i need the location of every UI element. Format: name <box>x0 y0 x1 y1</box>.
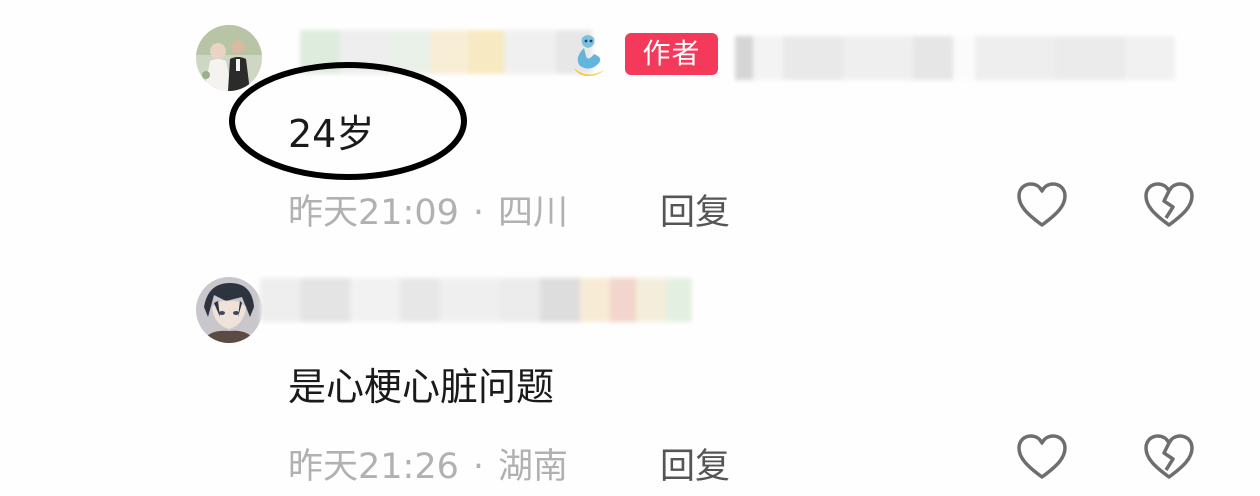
comment-meta: 昨天21:26 · 湖南 <box>288 438 568 489</box>
reply-button[interactable]: 回复 <box>660 438 730 489</box>
meta-separator: · <box>472 193 485 233</box>
comment-text: 是心梗心脏问题 <box>288 365 555 409</box>
heart-outline-icon[interactable] <box>1015 180 1069 230</box>
hand-drawn-circle-annotation <box>229 62 467 180</box>
broken-heart-icon[interactable] <box>1142 432 1196 482</box>
comment-meta: 昨天21:09 · 四川 <box>288 184 568 235</box>
comment-location: 湖南 <box>498 447 569 487</box>
comment-item: 是心梗心脏问题 昨天21:26 · 湖南 回复 <box>0 250 1260 496</box>
broken-heart-icon[interactable] <box>1142 180 1196 230</box>
avatar[interactable] <box>196 277 262 343</box>
comment-location: 四川 <box>498 193 569 233</box>
comment-item: 作者 24岁 昨天21:09 · 四川 回复 <box>0 0 1260 250</box>
genie-emoji-icon <box>574 35 604 76</box>
comment-time: 昨天21:09 <box>288 193 459 233</box>
reply-button[interactable]: 回复 <box>660 184 730 235</box>
heart-outline-icon[interactable] <box>1015 432 1069 482</box>
meta-separator: · <box>472 447 485 487</box>
user-info-blurred <box>735 36 1175 80</box>
author-badge: 作者 <box>625 33 718 75</box>
username-blurred[interactable] <box>260 278 692 322</box>
comment-time: 昨天21:26 <box>288 447 459 487</box>
